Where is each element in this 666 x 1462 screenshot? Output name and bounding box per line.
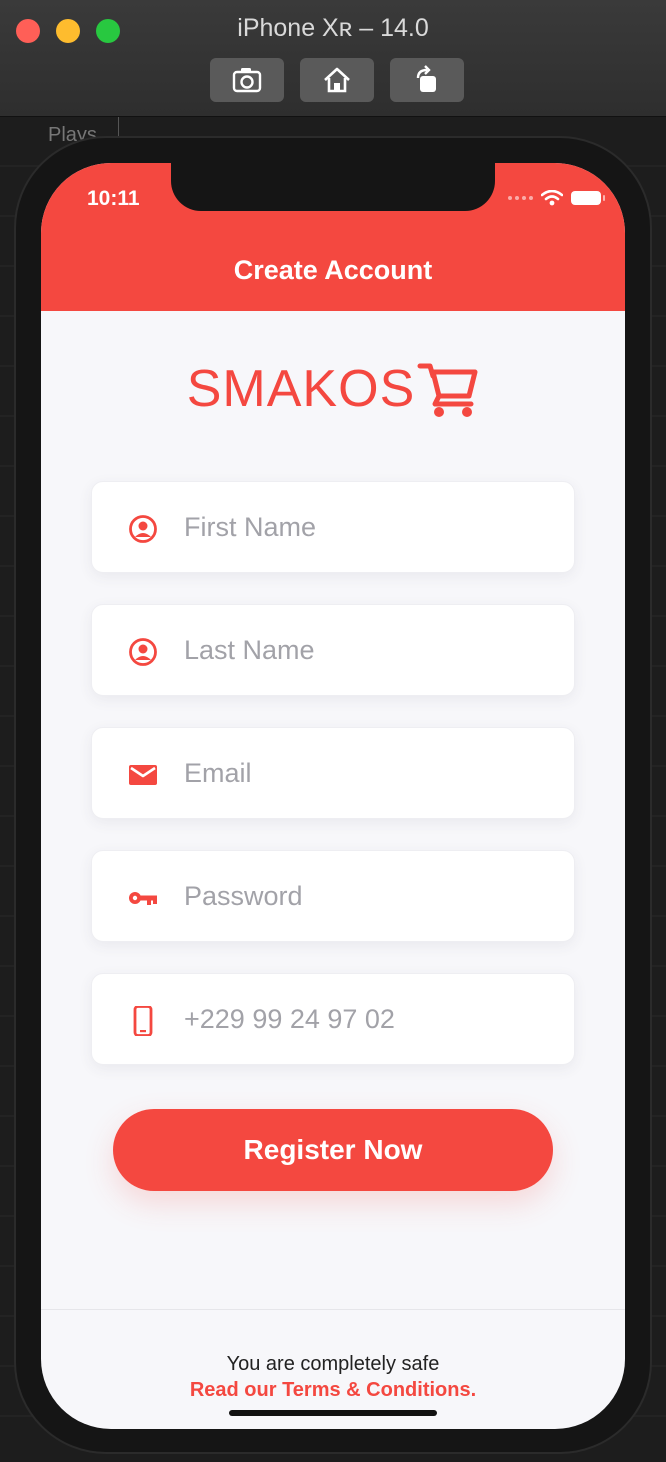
home-indicator[interactable] <box>229 1410 437 1416</box>
page-title: Create Account <box>233 255 433 285</box>
home-button[interactable] <box>300 58 374 102</box>
password-input[interactable] <box>184 851 554 941</box>
email-field <box>91 727 575 819</box>
status-time: 10:11 <box>87 187 140 210</box>
footer-divider <box>41 1309 625 1310</box>
screenshot-button[interactable] <box>210 58 284 102</box>
user-circle-icon <box>129 515 157 543</box>
footer-safety-text: You are completely safe <box>226 1353 440 1375</box>
battery-icon <box>571 191 605 205</box>
simulator-titlebar: iPhone Xʀ – 14.0 <box>0 0 666 117</box>
register-button[interactable]: Register Now <box>113 1109 553 1191</box>
simulator-title: iPhone Xʀ – 14.0 <box>237 14 429 42</box>
email-input[interactable] <box>184 728 554 818</box>
password-field <box>91 850 575 942</box>
last-name-input[interactable] <box>184 605 554 695</box>
first-name-input[interactable] <box>184 482 554 572</box>
screenshot-icon <box>232 68 262 93</box>
logo-text: SMAKOS <box>186 360 416 418</box>
signal-icon <box>508 196 533 200</box>
last-name-field <box>91 604 575 696</box>
key-icon <box>129 892 157 905</box>
wifi-icon <box>541 190 563 206</box>
first-name-field <box>91 481 575 573</box>
status-icons <box>508 190 605 206</box>
cart-icon <box>417 363 478 417</box>
rotate-button[interactable] <box>390 58 464 102</box>
user-circle-icon <box>129 638 157 666</box>
app-screen: 10:11 Create Account SMAKOS First Name L… <box>41 163 625 1429</box>
phone-field <box>91 973 575 1065</box>
home-icon <box>324 67 350 93</box>
app-header: 10:11 Create Account <box>41 163 625 311</box>
phone-icon <box>133 1006 153 1036</box>
rotate-icon <box>416 65 436 92</box>
device-notch <box>171 163 495 211</box>
mail-icon <box>129 765 157 785</box>
terms-link[interactable]: Read our Terms & Conditions. <box>41 1379 625 1402</box>
phone-input[interactable] <box>184 974 554 1064</box>
app-logo: SMAKOS <box>41 358 625 420</box>
